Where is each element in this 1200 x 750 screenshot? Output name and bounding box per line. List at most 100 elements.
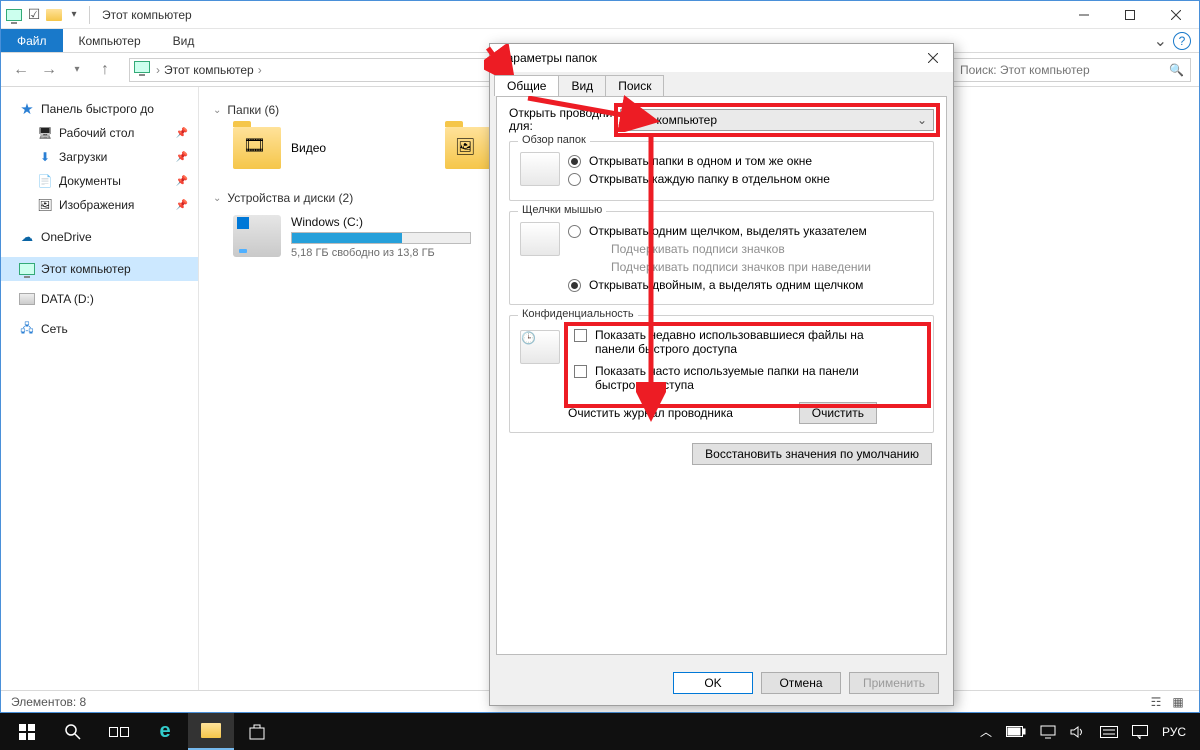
qat-props-icon[interactable]: ☑: [25, 6, 43, 24]
ribbon-view-tab[interactable]: Вид: [157, 29, 211, 52]
close-button[interactable]: [1153, 1, 1199, 29]
maximize-button[interactable]: [1107, 1, 1153, 29]
onedrive-icon: ☁: [19, 229, 35, 245]
nav-up-button[interactable]: ↑: [93, 58, 117, 82]
sidebar-onedrive[interactable]: ☁OneDrive: [1, 225, 198, 249]
pin-icon: 📌: [176, 152, 188, 163]
tab-view[interactable]: Вид: [558, 75, 606, 96]
radio-same-window[interactable]: [568, 155, 581, 168]
view-details-icon[interactable]: ☶: [1145, 693, 1167, 711]
tray-battery-icon[interactable]: [1006, 726, 1026, 738]
taskbar-store-button[interactable]: [234, 713, 280, 750]
qat-dropdown-icon[interactable]: ▾: [65, 6, 83, 24]
drive-space-bar: [291, 232, 471, 244]
tab-general[interactable]: Общие: [494, 75, 559, 96]
documents-icon: 📄: [37, 173, 53, 189]
checkbox-frequent-folders[interactable]: [574, 365, 587, 378]
privacy-legend: Конфиденциальность: [518, 308, 638, 320]
browse-legend: Обзор папок: [518, 134, 590, 146]
taskbar: e ︿ РУС: [0, 713, 1200, 750]
ribbon-computer-tab[interactable]: Компьютер: [63, 29, 157, 52]
network-icon: 🖧: [19, 321, 35, 337]
dialog-close-button[interactable]: [921, 46, 945, 70]
pc-icon: [19, 261, 35, 277]
help-icon[interactable]: ?: [1173, 32, 1191, 50]
tray-network-icon[interactable]: [1040, 725, 1056, 739]
address-pc-icon: [134, 61, 152, 79]
drive-icon: [19, 291, 35, 307]
search-box[interactable]: 🔍: [953, 58, 1191, 82]
drive-icon: [233, 215, 281, 257]
nav-history-dropdown[interactable]: ▾: [65, 58, 89, 82]
privacy-icon: 🕒: [520, 330, 560, 364]
window-title: Этот компьютер: [102, 8, 192, 22]
open-explorer-label: Открыть проводни: [509, 106, 612, 120]
desktop-icon: 🖥: [37, 125, 53, 141]
chevron-down-icon: ⌄: [213, 105, 221, 116]
sidebar-quick-access[interactable]: ★Панель быстрого до: [1, 97, 198, 121]
view-large-icon[interactable]: ▦: [1167, 693, 1189, 711]
clear-button[interactable]: Очистить: [799, 402, 877, 424]
sidebar-desktop[interactable]: 🖥Рабочий стол📌: [1, 121, 198, 145]
pin-icon: 📌: [176, 200, 188, 211]
folder-icon: 🎞: [233, 127, 281, 169]
pictures-icon: 🖼: [37, 197, 53, 213]
folder-options-dialog: Параметры папок Общие Вид Поиск Открыть …: [489, 43, 954, 706]
open-explorer-select[interactable]: Этот компьютер: [620, 109, 934, 131]
radio-separate-window[interactable]: [568, 173, 581, 186]
taskbar-edge-button[interactable]: e: [142, 713, 188, 750]
ribbon-file-tab[interactable]: Файл: [1, 29, 63, 52]
browse-icon: [520, 152, 560, 186]
tray-chevron-up-icon[interactable]: ︿: [980, 723, 992, 740]
pin-icon: 📌: [176, 128, 188, 139]
checkbox-recent-files[interactable]: [574, 329, 587, 342]
nav-pane: ★Панель быстрого до 🖥Рабочий стол📌 ⬇Загр…: [1, 87, 199, 690]
drive-item-c[interactable]: Windows (C:) 5,18 ГБ свободно из 13,8 ГБ: [233, 215, 471, 259]
folder-icon: 🖼: [445, 127, 493, 169]
drive-name: Windows (C:): [291, 215, 471, 229]
task-view-button[interactable]: [96, 713, 142, 750]
restore-defaults-button[interactable]: Восстановить значения по умолчанию: [692, 443, 932, 465]
ribbon-collapse-icon[interactable]: ⌄: [1154, 31, 1167, 51]
radio-single-click[interactable]: [568, 225, 581, 238]
search-icon[interactable]: 🔍: [1169, 63, 1184, 77]
breadcrumb[interactable]: Этот компьютер: [160, 63, 258, 77]
tray-volume-icon[interactable]: [1070, 725, 1086, 739]
click-legend: Щелчки мышью: [518, 204, 606, 216]
sidebar-data-drive[interactable]: DATA (D:): [1, 287, 198, 311]
nav-back-button[interactable]: ←: [9, 58, 33, 82]
tray-language[interactable]: РУС: [1162, 725, 1186, 739]
sidebar-this-pc[interactable]: Этот компьютер: [1, 257, 198, 281]
sidebar-pictures[interactable]: 🖼Изображения📌: [1, 193, 198, 217]
status-item-count: Элементов: 8: [11, 695, 86, 709]
drive-space-text: 5,18 ГБ свободно из 13,8 ГБ: [291, 247, 471, 259]
titlebar: ☑ ▾ Этот компьютер: [1, 1, 1199, 29]
downloads-icon: ⬇: [37, 149, 53, 165]
qat-newfolder-icon[interactable]: [45, 6, 63, 24]
sidebar-documents[interactable]: 📄Документы📌: [1, 169, 198, 193]
search-input[interactable]: [960, 63, 1169, 77]
tab-search[interactable]: Поиск: [605, 75, 664, 96]
tray-keyboard-icon[interactable]: [1100, 726, 1118, 738]
tray-action-center-icon[interactable]: [1132, 725, 1148, 739]
sidebar-downloads[interactable]: ⬇Загрузки📌: [1, 145, 198, 169]
ok-button[interactable]: OK: [673, 672, 753, 694]
start-button[interactable]: [4, 713, 50, 750]
taskbar-search-button[interactable]: [50, 713, 96, 750]
cancel-button[interactable]: Отмена: [761, 672, 841, 694]
taskbar-explorer-button[interactable]: [188, 713, 234, 750]
sidebar-network[interactable]: 🖧Сеть: [1, 317, 198, 341]
apply-button[interactable]: Применить: [849, 672, 939, 694]
radio-double-click[interactable]: [568, 279, 581, 292]
clear-history-label: Очистить журнал проводника: [568, 406, 733, 420]
chevron-down-icon: ⌄: [213, 193, 221, 204]
dialog-title: Параметры папок: [498, 51, 597, 65]
system-tray: ︿ РУС: [980, 723, 1196, 740]
star-icon: ★: [19, 101, 35, 117]
nav-forward-button[interactable]: →: [37, 58, 61, 82]
dialog-titlebar[interactable]: Параметры папок: [490, 44, 953, 72]
folder-item-video[interactable]: 🎞Видео: [233, 127, 413, 169]
dialog-tabs: Общие Вид Поиск: [490, 72, 953, 96]
click-icon: [520, 222, 560, 256]
minimize-button[interactable]: [1061, 1, 1107, 29]
